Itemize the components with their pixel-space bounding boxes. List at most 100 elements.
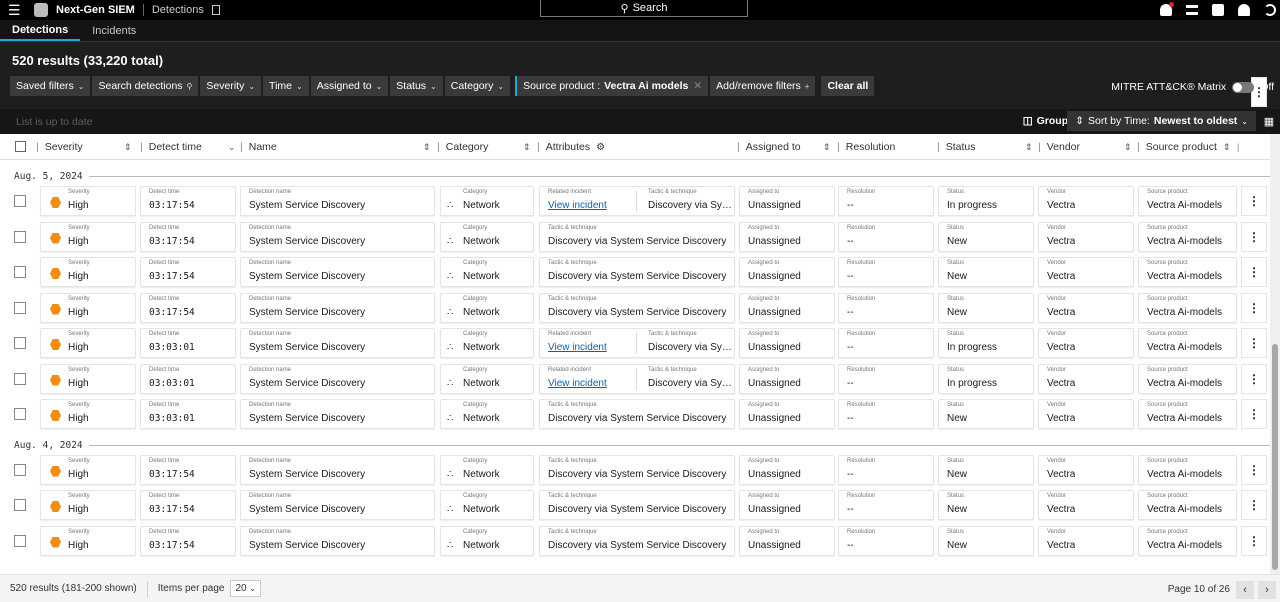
detect-time-cell[interactable]: Detect time 03:03:01 (140, 363, 236, 394)
assigned-to-filter[interactable]: Assigned to ⌄ (310, 76, 389, 96)
resolution-cell[interactable]: Resolution -- (838, 399, 934, 429)
severity-cell[interactable]: Severity High (40, 363, 136, 394)
resolution-cell[interactable]: Resolution -- (838, 525, 934, 556)
column-vendor[interactable]: | Vendor ⇕ (1038, 141, 1138, 153)
category-cell[interactable]: ∴ Category Network (440, 221, 534, 252)
source-product-cell[interactable]: Source product Vectra Ai-models (1138, 454, 1237, 485)
detection-row[interactable]: Severity High Detect time 03:03:01 Detection… (0, 327, 1270, 359)
severity-cell[interactable]: Severity High (40, 454, 136, 485)
mitre-toggle[interactable] (1232, 81, 1255, 93)
clear-all-button[interactable]: Clear all (821, 76, 875, 96)
row-checkbox[interactable] (14, 408, 26, 420)
vendor-cell[interactable]: Vendor Vectra (1038, 454, 1134, 485)
bookmark-icon[interactable] (211, 5, 220, 15)
source-product-cell[interactable]: Source product Vectra Ai-models (1138, 292, 1237, 323)
detection-name-cell[interactable]: Detection name System Service Discovery (240, 186, 435, 216)
row-actions-button[interactable]: ⋮ (1241, 221, 1267, 252)
sort-dropdown[interactable]: ⇕ Sort by Time: Newest to oldest ⌄ (1067, 111, 1256, 131)
detection-name-cell[interactable]: Detection name System Service Discovery (240, 454, 435, 485)
source-product-cell[interactable]: Source product Vectra Ai-models (1138, 525, 1237, 556)
status-cell[interactable]: Status In progress (938, 363, 1034, 394)
detection-row[interactable]: Severity High Detect time 03:17:54 Detection… (0, 256, 1270, 288)
row-actions-button[interactable]: ⋮ (1241, 363, 1267, 394)
severity-filter[interactable]: Severity ⌄ (200, 76, 262, 96)
assigned-to-cell[interactable]: Assigned to Unassigned (739, 292, 835, 323)
detect-time-cell[interactable]: Detect time 03:17:54 (140, 186, 236, 216)
vendor-cell[interactable]: Vendor Vectra (1038, 490, 1134, 520)
status-cell[interactable]: Status New (938, 399, 1034, 429)
category-cell[interactable]: ∴ Category Network (440, 257, 534, 287)
detect-time-cell[interactable]: Detect time 03:17:54 (140, 525, 236, 556)
detection-row[interactable]: Severity High Detect time 03:17:54 Detection… (0, 185, 1270, 217)
list-scrollbar[interactable] (1270, 134, 1280, 574)
row-actions-button[interactable]: ⋮ (1241, 454, 1267, 485)
vendor-cell[interactable]: Vendor Vectra (1038, 363, 1134, 394)
detect-time-cell[interactable]: Detect time 03:17:54 (140, 454, 236, 485)
user-icon[interactable] (1238, 4, 1250, 16)
assigned-to-cell[interactable]: Assigned to Unassigned (739, 454, 835, 485)
detection-name-cell[interactable]: Detection name System Service Discovery (240, 363, 435, 394)
assigned-to-cell[interactable]: Assigned to Unassigned (739, 328, 835, 358)
row-checkbox[interactable] (14, 499, 26, 511)
detection-row[interactable]: Severity High Detect time 03:17:54 Detection… (0, 454, 1270, 486)
vendor-cell[interactable]: Vendor Vectra (1038, 328, 1134, 358)
attributes-cell[interactable]: Tactic & technique Discovery via System S… (539, 257, 735, 287)
row-checkbox[interactable] (14, 195, 26, 207)
developer-icon[interactable] (1212, 4, 1224, 16)
tab-detections[interactable]: Detections (0, 20, 81, 41)
attributes-cell[interactable]: Tactic & technique Discovery via System S… (539, 525, 735, 556)
detection-row[interactable]: Severity High Detect time 03:17:54 Detection… (0, 525, 1270, 557)
saved-filters-dropdown[interactable]: Saved filters ⌄ (10, 76, 91, 96)
row-actions-button[interactable]: ⋮ (1241, 490, 1267, 520)
detection-row[interactable]: Severity High Detect time 03:03:01 Detection… (0, 398, 1270, 430)
vendor-cell[interactable]: Vendor Vectra (1038, 399, 1134, 429)
notifications-icon[interactable] (1160, 2, 1174, 16)
detect-time-cell[interactable]: Detect time 03:17:54 (140, 221, 236, 252)
status-cell[interactable]: Status New (938, 292, 1034, 323)
row-actions-button[interactable]: ⋮ (1241, 257, 1267, 287)
theme-icon[interactable] (1264, 4, 1276, 16)
resolution-cell[interactable]: Resolution -- (838, 186, 934, 216)
severity-cell[interactable]: Severity High (40, 186, 136, 216)
detection-row[interactable]: Severity High Detect time 03:17:54 Detection… (0, 292, 1270, 324)
assigned-to-cell[interactable]: Assigned to Unassigned (739, 525, 835, 556)
column-category[interactable]: | Category ⇕ (437, 141, 537, 153)
status-cell[interactable]: Status New (938, 490, 1034, 520)
previous-page-button[interactable]: ‹ (1236, 581, 1254, 599)
category-cell[interactable]: ∴ Category Network (440, 454, 534, 485)
resolution-cell[interactable]: Resolution -- (838, 363, 934, 394)
detect-time-cell[interactable]: Detect time 03:17:54 (140, 292, 236, 323)
vendor-cell[interactable]: Vendor Vectra (1038, 186, 1134, 216)
source-product-cell[interactable]: Source product Vectra Ai-models (1138, 221, 1237, 252)
resolution-cell[interactable]: Resolution -- (838, 221, 934, 252)
row-checkbox[interactable] (14, 266, 26, 278)
attributes-cell[interactable]: Related incident View incident Tactic & te… (539, 328, 735, 358)
assigned-to-cell[interactable]: Assigned to Unassigned (739, 186, 835, 216)
detection-name-cell[interactable]: Detection name System Service Discovery (240, 399, 435, 429)
layers-icon[interactable] (1186, 5, 1198, 15)
detect-time-cell[interactable]: Detect time 03:17:54 (140, 257, 236, 287)
scrollbar-thumb[interactable] (1272, 344, 1278, 570)
resolution-cell[interactable]: Resolution -- (838, 454, 934, 485)
detection-row[interactable]: Severity High Detect time 03:17:54 Detection… (0, 221, 1270, 253)
category-cell[interactable]: ∴ Category Network (440, 399, 534, 429)
status-cell[interactable]: Status In progress (938, 328, 1034, 358)
column-status[interactable]: | Status ⇕ (937, 141, 1037, 153)
row-checkbox[interactable] (14, 337, 26, 349)
row-actions-button[interactable]: ⋮ (1241, 292, 1267, 323)
related-incident-value[interactable]: View incident (548, 200, 607, 211)
status-filter[interactable]: Status ⌄ (390, 76, 443, 96)
menu-icon[interactable]: ☰ (8, 3, 28, 17)
category-filter[interactable]: Category ⌄ (444, 76, 511, 96)
severity-cell[interactable]: Severity High (40, 221, 136, 252)
next-page-button[interactable]: › (1258, 581, 1276, 599)
resolution-cell[interactable]: Resolution -- (838, 292, 934, 323)
assigned-to-cell[interactable]: Assigned to Unassigned (739, 399, 835, 429)
attributes-cell[interactable]: Tactic & technique Discovery via System S… (539, 292, 735, 323)
vendor-cell[interactable]: Vendor Vectra (1038, 221, 1134, 252)
column-settings-icon[interactable]: ▦ (1260, 111, 1278, 131)
row-actions-button[interactable]: ⋮ (1241, 399, 1267, 429)
detection-name-cell[interactable]: Detection name System Service Discovery (240, 525, 435, 556)
status-cell[interactable]: Status New (938, 221, 1034, 252)
attributes-cell[interactable]: Tactic & technique Discovery via System S… (539, 490, 735, 520)
